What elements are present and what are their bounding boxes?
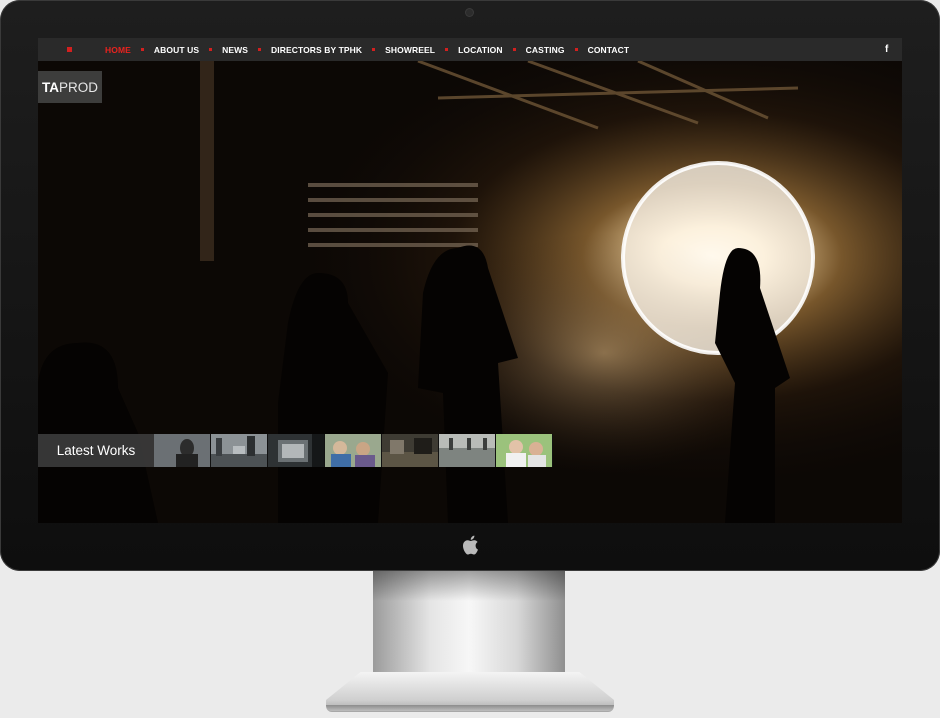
nav-item-label: NEWS [222,44,249,55]
nav-item-label: HOME [105,44,131,55]
nav-separator-icon [512,48,516,51]
nav-item-label: ABOUT US [153,44,200,55]
nav-item-label: SHOWREEL [385,44,436,55]
logo-bold-text: TA [41,79,59,95]
nav-home-marker-icon [67,47,72,52]
facebook-icon[interactable]: f [885,43,893,56]
nav-item-showreel[interactable]: SHOWREEL [385,45,458,55]
nav-item-casting[interactable]: CASTING [526,45,588,55]
nav-separator-icon [574,48,578,51]
work-thumbnail-3[interactable] [268,434,325,467]
nav-item-label: CASTING [525,44,565,55]
work-thumbnail-4[interactable] [325,434,382,467]
nav-item-label: DIRECTORS by TPHK [271,44,363,55]
stand-shadow [373,571,565,601]
nav-list: HOME ABOUT US NEWS DIRECTORS by TPHK SHOWREE… [105,45,629,55]
work-thumbnail-1[interactable] [154,434,211,467]
work-thumbnail-2[interactable] [211,434,268,467]
latest-works-strip: Latest Works [38,434,553,467]
nav-item-location[interactable]: LOCATION [458,45,526,55]
nav-separator-icon [140,48,144,51]
nav-item-directors-by-tphk[interactable]: DIRECTORS by TPHK [271,45,385,55]
nav-separator-icon [209,48,213,51]
nav-item-contact[interactable]: CONTACT [588,45,630,55]
work-thumbnail-6[interactable] [439,434,496,467]
monitor-base-edge [326,705,614,711]
nav-item-about-us[interactable]: ABOUT US [154,45,222,55]
monitor-frame: HOME ABOUT US NEWS DIRECTORS by TPHK SHOWREE… [0,0,940,571]
nav-item-home[interactable]: HOME [105,45,154,55]
camera-icon [466,9,473,16]
nav-separator-icon [372,48,376,51]
nav-item-news[interactable]: NEWS [222,45,271,55]
work-thumbnail-7[interactable] [496,434,553,467]
apple-logo-icon [463,535,478,555]
nav-separator-icon [445,48,449,51]
latest-works-title: Latest Works [38,434,154,467]
nav-item-label: LOCATION [458,44,503,55]
logo-light-text: PROD [58,79,98,95]
nav-separator-icon [258,48,262,51]
top-navigation: HOME ABOUT US NEWS DIRECTORS by TPHK SHOWREE… [38,38,902,61]
work-thumbnail-5[interactable] [382,434,439,467]
site-logo[interactable]: TA PROD [38,71,102,103]
nav-item-label: CONTACT [587,44,630,55]
screen: HOME ABOUT US NEWS DIRECTORS by TPHK SHOWREE… [38,38,902,523]
